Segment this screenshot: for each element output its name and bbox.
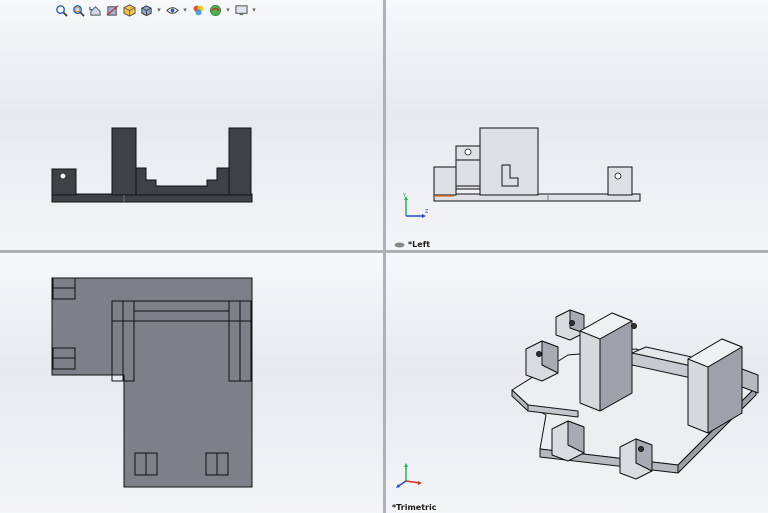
left-view-label: *Left [408,240,431,249]
trimetric-view-model[interactable] [386,253,768,513]
left-view-model[interactable] [386,0,768,250]
left-view[interactable]: Y Z *Left [386,0,768,250]
view-name-label: *Left [394,240,430,249]
svg-text:Z: Z [425,209,428,215]
top-view[interactable] [0,253,383,513]
camera-icon [394,242,405,247]
front-view-model[interactable] [0,0,383,250]
axis-triad-icon [396,463,422,488]
viewport-splitter-horizontal[interactable] [0,250,768,253]
trimetric-view[interactable]: *Trimetric [386,253,768,513]
top-view-model[interactable] [0,253,383,513]
axis-triad-icon: Y Z [402,193,428,218]
front-view[interactable]: ▾ ▾ ▾ ▾ [0,0,383,250]
viewport-splitter-vertical[interactable] [383,0,386,513]
trimetric-view-label: *Trimetric [392,503,437,512]
view-name-label: *Trimetric [392,503,436,512]
